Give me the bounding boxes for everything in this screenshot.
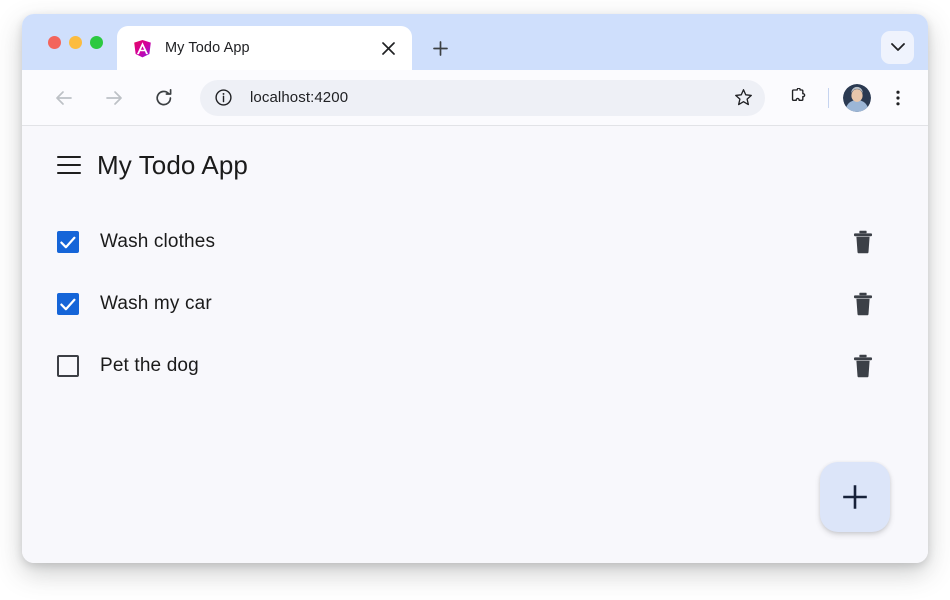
todo-checkbox[interactable]: [57, 355, 79, 377]
browser-toolbar: localhost:4200: [22, 70, 928, 126]
extensions-button[interactable]: [782, 82, 814, 114]
hamburger-bar: [57, 164, 81, 166]
site-info-button[interactable]: [210, 85, 236, 111]
browser-menu-button[interactable]: [882, 82, 914, 114]
app-header: My Todo App: [22, 126, 928, 178]
hamburger-menu-icon[interactable]: [57, 156, 81, 174]
page-viewport: My Todo App Wash clothes Wash my car Pet…: [22, 126, 928, 563]
minimize-window-button[interactable]: [69, 35, 82, 49]
star-icon: [734, 89, 752, 106]
todo-label: Wash clothes: [100, 231, 216, 252]
delete-todo-button[interactable]: [850, 291, 876, 317]
window-controls: [22, 14, 117, 70]
back-button[interactable]: [48, 82, 80, 114]
arrow-left-icon: [56, 90, 72, 105]
tab-search-button[interactable]: [881, 31, 914, 64]
hamburger-bar: [57, 156, 81, 158]
check-icon: [60, 298, 76, 310]
plus-icon: [432, 40, 448, 56]
puzzle-piece-icon: [791, 87, 806, 101]
bookmark-button[interactable]: [729, 84, 757, 112]
avatar-photo: [843, 83, 871, 112]
todo-item: Pet the dog: [57, 335, 898, 397]
todo-label: Wash my car: [100, 293, 212, 314]
reload-button[interactable]: [148, 82, 180, 114]
page-title: My Todo App: [97, 150, 248, 180]
close-window-button[interactable]: [48, 35, 61, 49]
delete-todo-button[interactable]: [850, 353, 876, 379]
tab-strip: My Todo App: [22, 14, 928, 70]
angular-logo-icon: [134, 39, 151, 57]
new-tab-button[interactable]: [425, 33, 455, 63]
tab-title: My Todo App: [165, 40, 250, 56]
check-icon: [60, 236, 76, 248]
forward-button[interactable]: [98, 82, 130, 114]
todo-checkbox[interactable]: [57, 231, 79, 253]
trash-icon: [854, 292, 872, 316]
toolbar-divider: [828, 87, 829, 108]
browser-window: My Todo App localhost:4200 My Todo App W…: [22, 14, 928, 563]
maximize-window-button[interactable]: [90, 35, 103, 49]
delete-todo-button[interactable]: [850, 229, 876, 255]
add-todo-button[interactable]: [820, 462, 890, 532]
trash-icon: [854, 354, 872, 378]
browser-tab-my-todo-app[interactable]: My Todo App: [117, 26, 412, 70]
todo-item: Wash my car: [57, 273, 898, 335]
plus-icon: [843, 485, 867, 509]
todo-checkbox[interactable]: [57, 293, 79, 315]
chevron-down-icon: [890, 43, 905, 51]
three-dots-vertical-icon: [896, 90, 900, 105]
todo-list: Wash clothes Wash my car Pet the dog: [22, 211, 928, 397]
arrow-right-icon: [106, 90, 122, 105]
todo-item: Wash clothes: [57, 211, 898, 273]
info-circle-icon: [214, 89, 232, 106]
address-bar[interactable]: localhost:4200: [200, 79, 765, 116]
tab-strip-spacer: [455, 69, 881, 70]
trash-icon: [854, 230, 872, 254]
close-tab-button[interactable]: [376, 36, 400, 60]
avatar[interactable]: [843, 83, 871, 112]
close-icon: [381, 41, 395, 55]
reload-icon: [156, 88, 172, 105]
todo-label: Pet the dog: [100, 355, 199, 376]
url-text[interactable]: localhost:4200: [250, 89, 723, 106]
hamburger-bar: [57, 172, 81, 174]
